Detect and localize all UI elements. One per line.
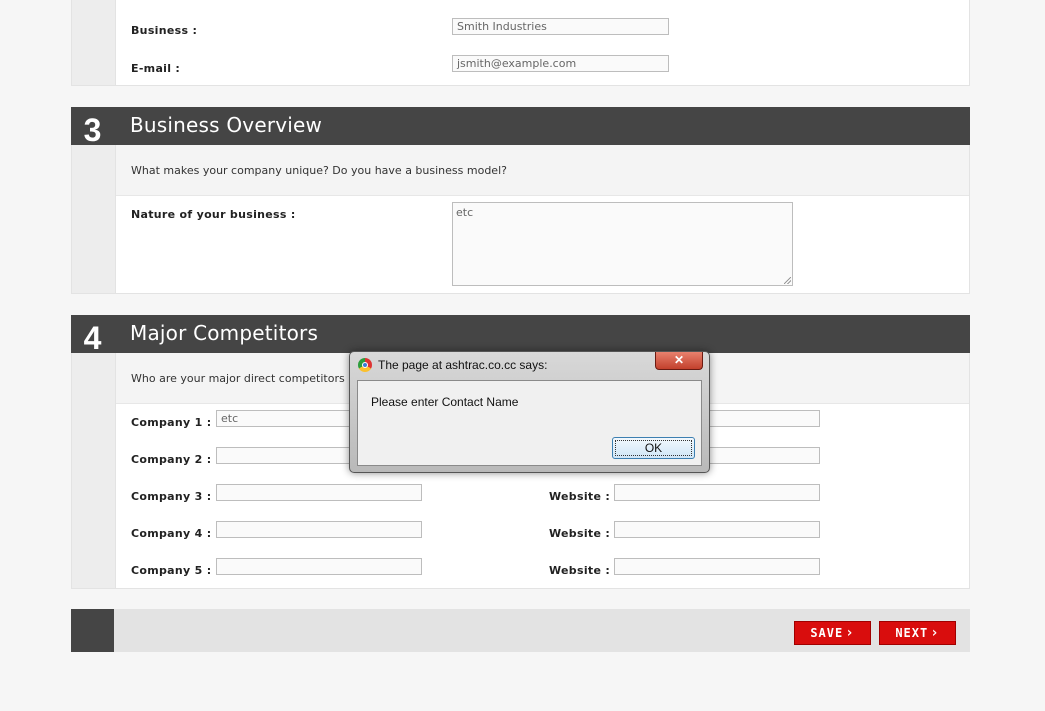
form-footer: SAVE › NEXT › [71,609,970,652]
nature-textarea[interactable]: etc [452,202,793,286]
website-label: Website : [549,564,611,577]
competitor-row: Company 4 : Website : [116,515,969,553]
form-row-email: E-mail : jsmith@example.com [116,49,969,85]
section-gutter [72,0,116,85]
section-business-overview-rows: What makes your company unique? Do you h… [71,145,970,294]
company-input[interactable] [216,558,422,575]
section-contact-rows: Business : Smith Industries E-mail : jsm… [71,0,970,86]
email-label: E-mail : [131,62,181,75]
section-title: Major Competitors [130,321,319,345]
company-label: Company 5 : [131,564,212,577]
dialog-body: Please enter Contact Name OK [357,380,702,466]
section-gutter [72,145,116,293]
dialog-message: Please enter Contact Name [371,395,519,409]
section-number: 4 [83,320,102,356]
dialog-title: The page at ashtrac.co.cc says: [378,358,548,372]
website-input[interactable] [614,521,820,538]
company-label: Company 2 : [131,453,212,466]
nature-label: Nature of your business : [131,208,296,221]
section-intro-row: What makes your company unique? Do you h… [116,145,969,196]
section-intro-text: Who are your major direct competitors [131,372,345,385]
section-gutter [72,353,116,588]
chrome-logo-icon [358,358,372,372]
form-row-business: Business : Smith Industries [116,12,969,50]
section-number: 3 [83,112,102,148]
section-title: Business Overview [130,113,323,137]
company-input[interactable] [216,521,422,538]
chevron-right-icon: › [930,625,940,641]
nature-textarea-value: etc [456,206,474,219]
website-label: Website : [549,527,611,540]
email-input[interactable]: jsmith@example.com [452,55,669,72]
section-header-major-competitors: 4 Major Competitors [71,315,970,356]
close-button[interactable]: ✕ [655,352,703,370]
company-label: Company 3 : [131,490,212,503]
company-input[interactable] [216,484,422,501]
business-label: Business : [131,24,198,37]
website-input[interactable] [614,484,820,501]
company-label: Company 4 : [131,527,212,540]
form-row-nature: Nature of your business : etc [116,196,969,293]
footer-gutter [71,609,114,652]
business-input[interactable]: Smith Industries [452,18,669,35]
section-header-business-overview: 3 Business Overview [71,107,970,148]
competitor-row: Company 5 : Website : [116,552,969,588]
save-button-label: SAVE [810,626,844,640]
alert-dialog: The page at ashtrac.co.cc says: ✕ Please… [349,351,710,473]
competitor-row: Company 3 : Website : [116,478,969,516]
ok-button[interactable]: OK [612,437,695,459]
chevron-right-icon: › [845,625,855,641]
company-label: Company 1 : [131,416,212,429]
resize-grip-icon[interactable] [784,277,791,284]
save-button[interactable]: SAVE › [794,621,871,645]
section-intro-text: What makes your company unique? Do you h… [131,164,507,177]
next-button[interactable]: NEXT › [879,621,956,645]
next-button-label: NEXT [895,626,929,640]
website-input[interactable] [614,558,820,575]
close-icon: ✕ [673,353,685,367]
website-label: Website : [549,490,611,503]
